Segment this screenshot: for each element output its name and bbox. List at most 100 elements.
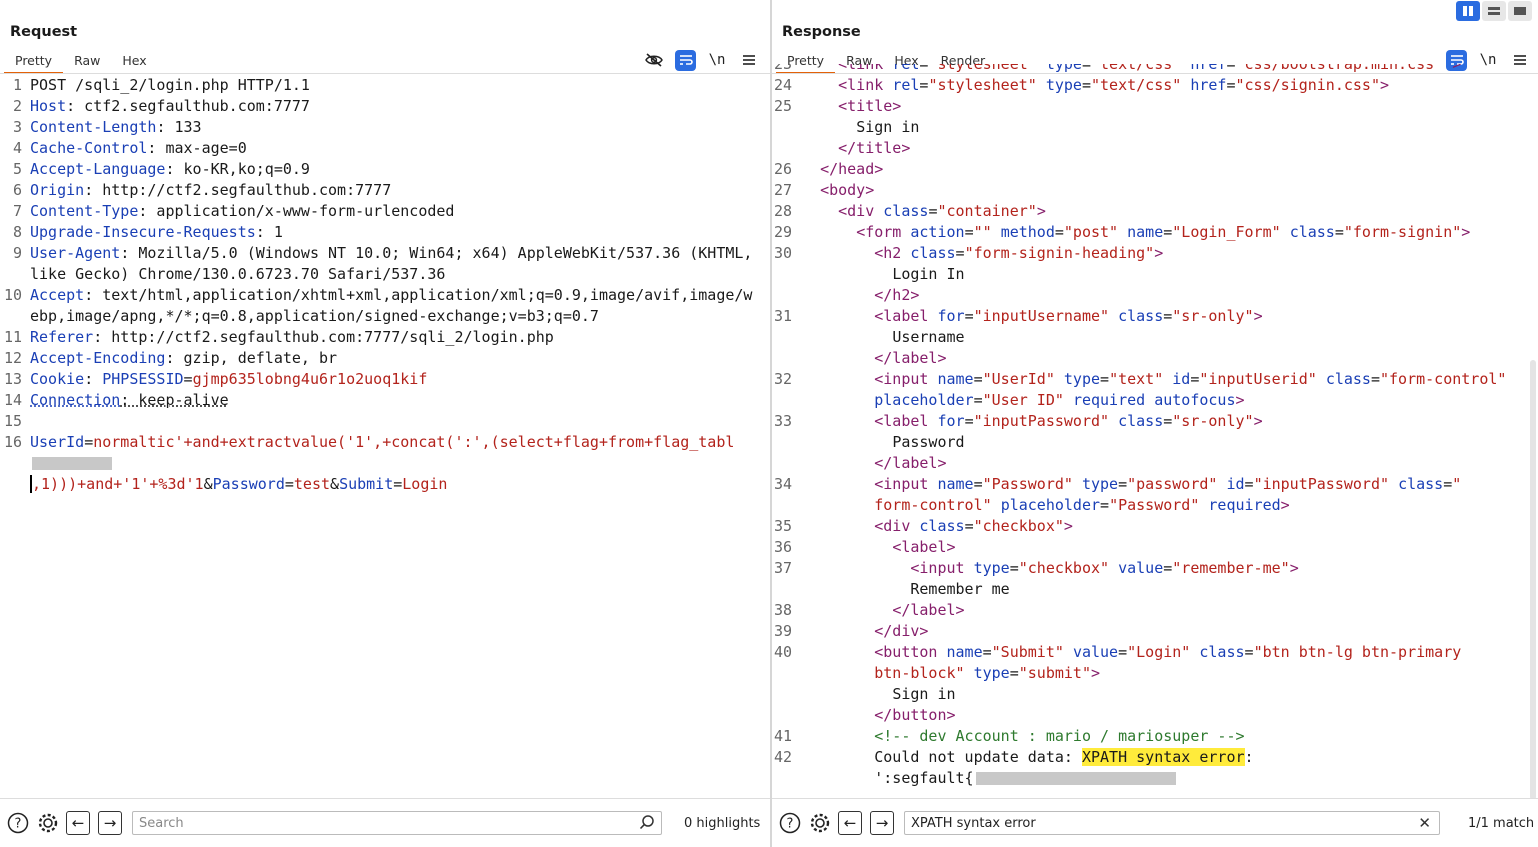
response-line[interactable]: 25 <title> Sign in </title> xyxy=(772,96,1538,159)
response-line[interactable]: 31 <label for="inputUsername" class="sr-… xyxy=(772,306,1538,369)
line-number: 41 xyxy=(773,727,792,745)
search-icon[interactable] xyxy=(639,814,655,834)
token: > xyxy=(1063,517,1073,535)
request-line[interactable]: 10 Accept: text/html,application/xhtml+xm… xyxy=(0,285,770,327)
response-editor[interactable]: 23 <link rel="stylesheet" type="text/css… xyxy=(772,64,1538,799)
response-line[interactable]: 30 <h2 class="form-signin-heading"> Logi… xyxy=(772,243,1538,306)
redacted-text xyxy=(975,772,1176,785)
settings-gear-icon[interactable] xyxy=(36,811,60,835)
request-line[interactable]: 6 Origin: http://ctf2.segfaulthub.com:777… xyxy=(0,180,770,201)
response-line[interactable]: 33 <label for="inputPassword" class="sr-… xyxy=(772,411,1538,474)
response-line[interactable]: 41 <!-- dev Account : mario / mariosuper… xyxy=(772,726,1538,747)
forward-arrow-icon[interactable]: → xyxy=(98,811,122,835)
line-number: 8 xyxy=(12,223,22,241)
token: > xyxy=(1380,76,1390,94)
token: <h2 xyxy=(874,244,911,262)
token: </label> xyxy=(892,601,965,619)
response-line[interactable]: 32 <input name="UserId" type="text" id="… xyxy=(772,369,1538,411)
response-line[interactable]: 23 <link rel="stylesheet" type="text/css… xyxy=(772,64,1538,75)
response-line[interactable]: 24 <link rel="stylesheet" type="text/css… xyxy=(772,75,1538,96)
request-line[interactable]: 9 User-Agent: Mozilla/5.0 (Windows NT 10.… xyxy=(0,243,770,285)
line-text: Cookie: PHPSESSID=gjmp635lobng4u6r1o2uoq… xyxy=(30,369,770,390)
tab-raw[interactable]: Raw xyxy=(63,50,111,72)
response-search-input[interactable]: XPATH syntax error ✕ xyxy=(904,811,1440,835)
layout-stacked-icon[interactable] xyxy=(1482,1,1506,21)
token: class xyxy=(1398,475,1444,493)
token: <div xyxy=(838,202,884,220)
token: = xyxy=(393,475,403,493)
response-line[interactable]: 27 <body> xyxy=(772,180,1538,201)
token: "inputUsername" xyxy=(973,307,1110,325)
request-line[interactable]: 5 Accept-Language: ko-KR,ko;q=0.9 xyxy=(0,159,770,180)
response-line[interactable]: 38 </label> xyxy=(772,600,1538,621)
line-text: </label> xyxy=(802,600,1538,621)
request-line[interactable]: 16 UserId=normaltic'+and+extractvalue('1'… xyxy=(0,432,770,495)
forward-arrow-icon[interactable]: → xyxy=(870,811,894,835)
request-search-placeholder: Search xyxy=(139,815,184,831)
token: placeholder xyxy=(1000,496,1101,514)
response-line[interactable]: 29 <form action="" method="post" name="L… xyxy=(772,222,1538,243)
back-arrow-icon[interactable]: ← xyxy=(66,811,90,835)
token: <input xyxy=(874,370,938,388)
request-line[interactable]: 11 Referer: http://ctf2.segfaulthub.com:7… xyxy=(0,327,770,348)
request-line[interactable]: 8 Upgrade-Insecure-Requests: 1 xyxy=(0,222,770,243)
token: <input xyxy=(874,475,938,493)
settings-gear-icon[interactable] xyxy=(808,811,832,835)
menu-icon[interactable] xyxy=(738,49,760,71)
request-line[interactable]: 1 POST /sqli_2/login.php HTTP/1.1 xyxy=(0,75,770,96)
line-text: Cache-Control: max-age=0 xyxy=(30,138,770,159)
request-line[interactable]: 12 Accept-Encoding: gzip, deflate, br xyxy=(0,348,770,369)
request-line[interactable]: 13 Cookie: PHPSESSID=gjmp635lobng4u6r1o2u… xyxy=(0,369,770,390)
tab-pretty[interactable]: Pretty xyxy=(4,50,64,74)
line-number: 7 xyxy=(12,202,22,220)
token: POST /sqli_2/login.php HTTP/1.1 xyxy=(30,76,310,94)
tab-hex[interactable]: Hex xyxy=(111,50,157,72)
request-line[interactable]: 14 Connection: keep-alive xyxy=(0,390,770,411)
token: "inputPassword" xyxy=(1253,475,1390,493)
token: > xyxy=(1253,412,1263,430)
response-line[interactable]: 35 <div class="checkbox"> xyxy=(772,516,1538,537)
response-line[interactable]: 42 Could not update data: XPATH syntax e… xyxy=(772,747,1538,789)
token: class xyxy=(1199,643,1245,661)
request-line[interactable]: 7 Content-Type: application/x-www-form-ur… xyxy=(0,201,770,222)
wrap-lines-icon[interactable] xyxy=(675,49,696,71)
request-line[interactable]: 4 Cache-Control: max-age=0 xyxy=(0,138,770,159)
request-line[interactable]: 2 Host: ctf2.segfaulthub.com:7777 xyxy=(0,96,770,117)
response-line[interactable]: 40 <button name="Submit" value="Login" c… xyxy=(772,642,1538,726)
layout-tabs-icon[interactable] xyxy=(1508,1,1532,21)
response-scrollbar[interactable] xyxy=(1530,360,1536,800)
token: "stylesheet" xyxy=(928,76,1037,94)
back-arrow-icon[interactable]: ← xyxy=(838,811,862,835)
line-text: Referer: http://ctf2.segfaulthub.com:777… xyxy=(30,327,770,348)
token: <input xyxy=(910,559,974,577)
clear-icon[interactable]: ✕ xyxy=(1418,814,1431,832)
request-line[interactable]: 3 Content-Length: 133 xyxy=(0,117,770,138)
request-tabs: Pretty Raw Hex xyxy=(4,50,158,74)
response-line[interactable]: 26 </head> xyxy=(772,159,1538,180)
response-search-bar: ? ← → XPATH syntax error ✕ 1/1 match xyxy=(772,798,1538,847)
request-line[interactable]: 15 xyxy=(0,411,770,432)
layout-side-by-side-icon[interactable] xyxy=(1456,1,1480,21)
help-icon[interactable]: ? xyxy=(778,811,802,835)
response-line[interactable]: 37 <input type="checkbox" value="remembe… xyxy=(772,558,1538,600)
request-editor[interactable]: 1 POST /sqli_2/login.php HTTP/1.1 2 Host: c… xyxy=(0,75,770,799)
help-icon[interactable]: ? xyxy=(6,811,30,835)
line-number: 6 xyxy=(12,181,22,199)
newline-toggle-button[interactable]: \n xyxy=(706,49,728,71)
response-line[interactable]: 34 <input name="Password" type="password… xyxy=(772,474,1538,516)
response-line[interactable]: 28 <div class="container"> xyxy=(772,201,1538,222)
line-text: <title> Sign in </title> xyxy=(802,96,1538,159)
token: "checkbox" xyxy=(1018,559,1110,577)
highlight-count: 0 highlights xyxy=(684,815,761,831)
hide-eye-icon[interactable] xyxy=(643,49,665,71)
token: > xyxy=(1036,202,1046,220)
token: "Password" xyxy=(1109,496,1200,514)
token: > xyxy=(1289,559,1299,577)
response-line[interactable]: 39 </div> xyxy=(772,621,1538,642)
response-line[interactable]: 36 <label> xyxy=(772,537,1538,558)
request-search-input[interactable]: Search xyxy=(132,811,662,835)
